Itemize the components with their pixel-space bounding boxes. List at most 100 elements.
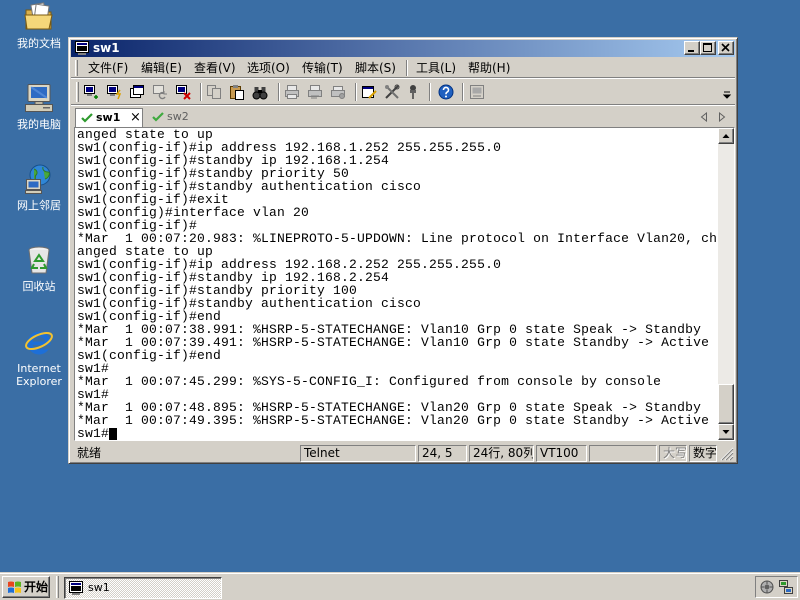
desktop-icon-label: 回收站 (22, 280, 56, 293)
toolbar-separator (200, 83, 202, 101)
my-documents-icon (23, 1, 55, 33)
resize-grip-icon[interactable] (720, 447, 734, 461)
menu-bar-grip[interactable] (75, 60, 78, 76)
status-cursor-position: 24, 5 (418, 445, 467, 462)
quick-connect-icon[interactable] (106, 84, 122, 100)
desktop-icon-label: 我的文档 (17, 37, 61, 50)
tray-network-icon[interactable] (778, 579, 794, 595)
start-label: 开始 (24, 580, 49, 594)
scrollbar-thumb[interactable] (718, 384, 734, 424)
scroll-up-icon (722, 134, 730, 138)
my-computer-icon (23, 82, 55, 114)
connect-icon[interactable] (83, 84, 99, 100)
menu-file[interactable]: 文件(F) (82, 59, 134, 77)
tab-label: sw2 (167, 110, 189, 123)
chat-window-icon[interactable] (469, 84, 485, 100)
terminal-line: *Mar 1 00:07:45.299: %SYS-5-CONFIG_I: Co… (77, 374, 662, 389)
menu-transfer[interactable]: 传输(T) (296, 59, 349, 77)
desktop-icon-label: 网上邻居 (17, 199, 61, 212)
print-icon[interactable] (284, 84, 300, 100)
toolbar-grip[interactable] (76, 82, 79, 102)
scroll-up-button[interactable] (718, 128, 734, 144)
tab-sw1[interactable]: sw1 × (75, 108, 143, 127)
menu-edit[interactable]: 编辑(E) (135, 59, 188, 77)
taskbar-button-label: sw1 (88, 581, 110, 594)
desktop-icon-internet-explorer[interactable]: Internet Explorer (0, 326, 78, 388)
terminal-prompt: sw1# (77, 426, 110, 440)
reconnect-icon[interactable] (152, 84, 168, 100)
tab-scroll-left-icon[interactable] (700, 111, 708, 123)
close-icon (721, 43, 730, 52)
toolbar-separator (355, 83, 357, 101)
status-emulation: VT100 (536, 445, 587, 462)
scroll-down-icon (722, 430, 730, 434)
menu-bar: 文件(F) 编辑(E) 查看(V) 选项(O) 传输(T) 脚本(S) 工具(L… (71, 58, 735, 78)
status-bar: 就绪 Telnet 24, 5 24行, 80列 VT100 大写 数字 (71, 444, 735, 463)
menu-help[interactable]: 帮助(H) (462, 59, 516, 77)
tab-close-icon[interactable]: × (130, 109, 141, 127)
taskbar-grip[interactable] (56, 576, 59, 598)
toolbar-separator (429, 83, 431, 101)
toolbar-separator (278, 83, 280, 101)
scroll-down-button[interactable] (718, 424, 734, 440)
internet-explorer-icon (23, 326, 55, 358)
terminal-cursor (109, 428, 118, 440)
title-bar[interactable]: sw1 (71, 40, 735, 57)
start-button[interactable]: 开始 (2, 576, 50, 598)
print-setup-icon[interactable] (330, 84, 346, 100)
window-title: sw1 (93, 41, 120, 55)
menu-script[interactable]: 脚本(S) (349, 59, 402, 77)
securecrt-app-icon (69, 581, 83, 595)
copy-icon[interactable] (206, 84, 222, 100)
toolbar-separator (462, 83, 464, 101)
toolbar-overflow-chevron-icon[interactable] (723, 91, 731, 99)
securecrt-app-icon[interactable] (75, 41, 89, 55)
terminal-prompt-line: sw1# (77, 427, 718, 440)
keymap-icon[interactable] (405, 84, 421, 100)
taskbar: 开始 sw1 (0, 572, 800, 600)
terminal-output[interactable]: anged state to up sw1(config-if)#ip addr… (75, 128, 718, 440)
terminal-pane[interactable]: anged state to up sw1(config-if)#ip addr… (74, 127, 735, 441)
desktop-icon-my-computer[interactable]: 我的电脑 (0, 82, 78, 131)
status-blank-pane (589, 445, 657, 462)
print-selection-icon[interactable] (307, 84, 323, 100)
minimize-button[interactable] (684, 41, 700, 55)
status-caps-lock: 大写 (659, 445, 687, 462)
menu-view[interactable]: 查看(V) (188, 59, 242, 77)
help-icon[interactable] (438, 84, 454, 100)
desktop-icon-recycle-bin[interactable]: 回收站 (0, 244, 78, 293)
maximize-button[interactable] (700, 41, 716, 55)
global-options-icon[interactable] (384, 84, 400, 100)
desktop-icon-network-places[interactable]: 网上邻居 (0, 163, 78, 212)
menu-tools[interactable]: 工具(L) (410, 59, 462, 77)
desktop-icon-my-documents[interactable]: 我的文档 (0, 1, 78, 50)
securecrt-window: sw1 文件(F) 编辑(E) 查看(V) 选项(O) 传输(T) 脚本(S) … (68, 37, 738, 464)
tab-scroll-right-icon[interactable] (718, 111, 726, 123)
terminal-line: sw1(config-if)#end (77, 348, 222, 363)
paste-icon[interactable] (229, 84, 245, 100)
find-icon[interactable] (252, 84, 268, 100)
session-tab-bar: sw1 × sw2 (71, 107, 735, 127)
status-protocol: Telnet (300, 445, 416, 462)
desktop-icon-label: Internet Explorer (16, 362, 62, 388)
close-button[interactable] (718, 41, 734, 55)
connected-check-icon (152, 111, 164, 123)
tab-sw2[interactable]: sw2 (150, 108, 192, 127)
session-options-icon[interactable] (361, 84, 377, 100)
tray-app-icon[interactable] (759, 579, 775, 595)
maximize-icon (703, 43, 712, 52)
menu-options[interactable]: 选项(O) (241, 59, 296, 77)
terminal-line: *Mar 1 00:07:49.395: %HSRP-5-STATECHANGE… (77, 413, 710, 428)
connected-check-icon (81, 112, 93, 124)
disconnect-icon[interactable] (175, 84, 191, 100)
taskbar-button-sw1[interactable]: sw1 (64, 577, 222, 599)
vertical-scrollbar[interactable] (718, 128, 734, 440)
network-places-icon (23, 163, 55, 195)
toolbar (71, 79, 735, 105)
connect-in-tab-icon[interactable] (129, 84, 145, 100)
status-num-lock: 数字 (689, 445, 717, 462)
minimize-icon (688, 50, 694, 52)
desktop-icon-label: 我的电脑 (17, 118, 61, 131)
system-tray (755, 576, 798, 598)
status-terminal-size: 24行, 80列 (469, 445, 534, 462)
